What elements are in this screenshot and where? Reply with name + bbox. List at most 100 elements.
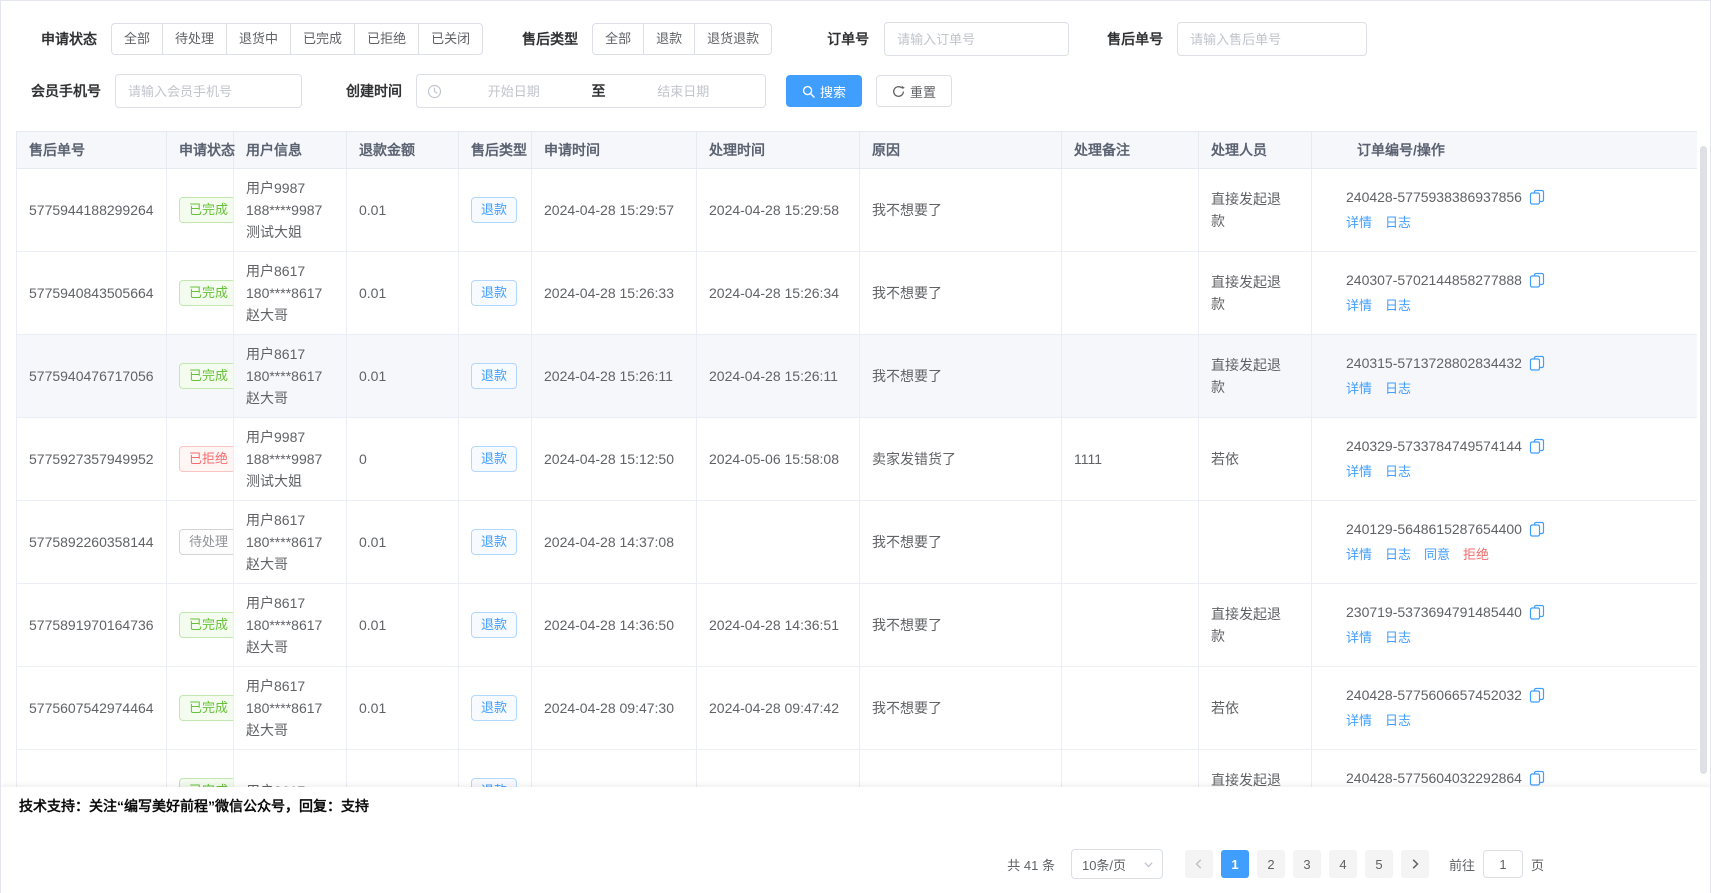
order-ops-cell: 240428-5775938386937856 详情日志 bbox=[1312, 169, 1698, 252]
status-option-1[interactable]: 待处理 bbox=[163, 23, 227, 55]
type-cell: 退款 bbox=[459, 252, 532, 335]
handle-time-cell bbox=[697, 750, 860, 788]
action-link[interactable]: 日志 bbox=[1385, 295, 1411, 314]
action-link[interactable]: 拒绝 bbox=[1463, 544, 1489, 563]
action-link[interactable]: 同意 bbox=[1424, 544, 1450, 563]
remark-cell: 1111 bbox=[1062, 418, 1199, 501]
copy-icon[interactable] bbox=[1529, 272, 1545, 288]
handler-cell: 直接发起退款 bbox=[1199, 335, 1312, 418]
remark-cell bbox=[1062, 667, 1199, 750]
order-no-text: 240428-5775938386937856 bbox=[1346, 189, 1522, 205]
prev-page-button[interactable] bbox=[1185, 850, 1213, 878]
action-link[interactable]: 日志 bbox=[1385, 710, 1411, 729]
aftersale-no-cell: 5775940843505664 bbox=[17, 252, 167, 335]
user-info-line: 用户8617 bbox=[246, 592, 334, 614]
type-option-1[interactable]: 退款 bbox=[644, 23, 695, 55]
status-cell: 已完成 bbox=[167, 584, 234, 667]
copy-icon[interactable] bbox=[1529, 521, 1545, 537]
status-cell: 已完成 bbox=[167, 335, 234, 418]
action-link[interactable]: 日志 bbox=[1385, 378, 1411, 397]
action-link[interactable]: 详情 bbox=[1346, 212, 1372, 231]
user-info-cell: 用户8617180****8617赵大哥 bbox=[234, 667, 347, 750]
status-option-0[interactable]: 全部 bbox=[111, 23, 163, 55]
status-badge: 已完成 bbox=[179, 612, 234, 638]
handler-cell: 直接发起退款 bbox=[1199, 584, 1312, 667]
aftersale-no-cell: 5775927357949952 bbox=[17, 418, 167, 501]
row-actions: 详情日志 bbox=[1346, 212, 1685, 231]
order-no-input[interactable] bbox=[884, 22, 1069, 56]
table-header-row: 售后单号申请状态用户信息退款金额售后类型申请时间处理时间原因处理备注处理人员订单… bbox=[17, 132, 1698, 169]
status-badge: 已完成 bbox=[179, 778, 234, 788]
status-option-3[interactable]: 已完成 bbox=[291, 23, 355, 55]
reset-button-label: 重置 bbox=[910, 82, 936, 101]
user-info-cell: 用户8617180****8617赵大哥 bbox=[234, 252, 347, 335]
handler-name: 若依 bbox=[1211, 448, 1289, 470]
order-no-label: 订单号 bbox=[827, 29, 869, 49]
page-button-4[interactable]: 4 bbox=[1329, 850, 1357, 878]
table-row: 5775940843505664已完成用户8617180****8617赵大哥0… bbox=[17, 252, 1698, 335]
copy-icon[interactable] bbox=[1529, 189, 1545, 205]
reset-button[interactable]: 重置 bbox=[876, 75, 952, 107]
type-option-2[interactable]: 退货退款 bbox=[695, 23, 772, 55]
page-button-2[interactable]: 2 bbox=[1257, 850, 1285, 878]
order-no-line: 240315-5713728802834432 bbox=[1346, 355, 1685, 371]
copy-icon[interactable] bbox=[1529, 355, 1545, 371]
action-link[interactable]: 详情 bbox=[1346, 295, 1372, 314]
order-ops-cell: 240329-5733784749574144 详情日志 bbox=[1312, 418, 1698, 501]
page-button-5[interactable]: 5 bbox=[1365, 850, 1393, 878]
footer-bar: 技术支持：关注“编写美好前程”微信公众号，回复：支持 共 41 条 10条/页 … bbox=[1, 787, 1710, 893]
remark-cell bbox=[1062, 335, 1199, 418]
handler-name: 直接发起退款 bbox=[1211, 188, 1289, 232]
user-info-line: 用户8617 bbox=[246, 260, 334, 282]
phone-input[interactable] bbox=[115, 74, 302, 108]
order-ops-cell: 240428-5775604032292864详情日志 bbox=[1312, 750, 1698, 788]
refund-amount-cell: 0 bbox=[347, 418, 459, 501]
action-link[interactable]: 详情 bbox=[1346, 710, 1372, 729]
start-date-input[interactable] bbox=[442, 84, 586, 99]
type-option-0[interactable]: 全部 bbox=[592, 23, 644, 55]
next-page-button[interactable] bbox=[1401, 850, 1429, 878]
type-radio-group: 全部退款退货退款 bbox=[592, 23, 772, 55]
copy-icon[interactable] bbox=[1529, 687, 1545, 703]
order-no-line: 240329-5733784749574144 bbox=[1346, 438, 1685, 454]
status-option-4[interactable]: 已拒绝 bbox=[355, 23, 419, 55]
action-link[interactable]: 详情 bbox=[1346, 461, 1372, 480]
type-cell: 退款 bbox=[459, 501, 532, 584]
action-link[interactable]: 日志 bbox=[1385, 461, 1411, 480]
user-info-cell: 用户8617180****8617赵大哥 bbox=[234, 501, 347, 584]
action-link[interactable]: 详情 bbox=[1346, 627, 1372, 646]
date-range-picker[interactable]: 至 bbox=[416, 74, 766, 108]
end-date-input[interactable] bbox=[612, 84, 756, 99]
remark-cell bbox=[1062, 584, 1199, 667]
chevron-left-icon bbox=[1193, 858, 1205, 870]
copy-icon[interactable] bbox=[1529, 438, 1545, 454]
status-cell: 已完成 bbox=[167, 667, 234, 750]
apply-time-cell: 2024-04-28 15:26:33 bbox=[532, 252, 697, 335]
status-option-5[interactable]: 已关闭 bbox=[419, 23, 483, 55]
page-button-1[interactable]: 1 bbox=[1221, 850, 1249, 878]
page-button-3[interactable]: 3 bbox=[1293, 850, 1321, 878]
table-row: 5775927357949952已拒绝用户9987188****9987测试大姐… bbox=[17, 418, 1698, 501]
vertical-scrollbar[interactable] bbox=[1700, 146, 1707, 774]
apply-time-cell: 2024-04-28 15:29:57 bbox=[532, 169, 697, 252]
action-link[interactable]: 日志 bbox=[1385, 544, 1411, 563]
goto-page-input[interactable] bbox=[1483, 850, 1523, 878]
action-link[interactable]: 详情 bbox=[1346, 378, 1372, 397]
reason-cell bbox=[860, 750, 1062, 788]
search-button[interactable]: 搜索 bbox=[786, 75, 862, 107]
status-option-2[interactable]: 退货中 bbox=[227, 23, 291, 55]
copy-icon[interactable] bbox=[1529, 770, 1545, 786]
aftersale-no-input[interactable] bbox=[1177, 22, 1367, 56]
user-info-cell: 用户9987188****9987测试大姐 bbox=[234, 418, 347, 501]
user-info-cell: 用户8617 bbox=[234, 750, 347, 788]
column-header: 处理人员 bbox=[1199, 132, 1312, 169]
action-link[interactable]: 日志 bbox=[1385, 212, 1411, 231]
reason-cell: 我不想要了 bbox=[860, 169, 1062, 252]
page-size-select[interactable]: 10条/页 bbox=[1071, 849, 1163, 879]
search-button-label: 搜索 bbox=[820, 82, 846, 101]
user-info-line: 赵大哥 bbox=[246, 636, 334, 658]
action-link[interactable]: 详情 bbox=[1346, 544, 1372, 563]
copy-icon[interactable] bbox=[1529, 604, 1545, 620]
user-info-line: 测试大姐 bbox=[246, 470, 334, 492]
action-link[interactable]: 日志 bbox=[1385, 627, 1411, 646]
